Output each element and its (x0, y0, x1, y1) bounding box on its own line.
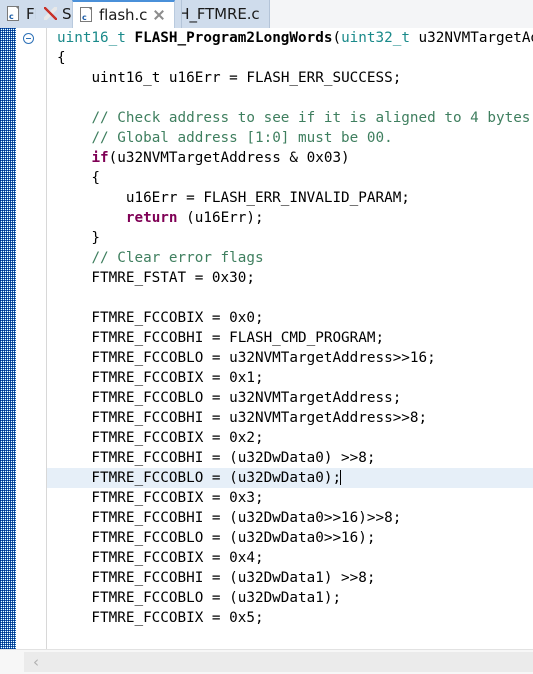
editor-tab-flash-c[interactable]: flash.c (72, 0, 176, 28)
code-line[interactable]: FTMRE_FCCOBLO = (u32DwData0); (47, 468, 533, 488)
code-token: return (125, 210, 178, 226)
code-token: u16Err = FLASH_ERR_SUCCESS; (160, 70, 402, 86)
code-line[interactable]: { (47, 48, 533, 68)
code-token: FTMRE_FCCOBHI = (u32DwData0) >>8; (57, 450, 376, 466)
c-file-icon (80, 7, 94, 23)
code-token: FTMRE_FCCOBIX = 0x0; (57, 310, 264, 326)
tab-strip: FRDM_KEA128_FLASH_FTMRE.cSKEAZ_flash.ldf… (0, 0, 533, 28)
code-line[interactable]: // Global address [1:0] must be 00. (47, 128, 533, 148)
code-token: if (91, 150, 109, 166)
code-line[interactable]: FTMRE_FCCOBIX = 0x5; (47, 608, 533, 628)
code-token: uint16_t (91, 70, 161, 86)
code-token: FTMRE_FCCOBLO = u32NVMTargetAddress>>16; (57, 350, 436, 366)
code-line[interactable]: return (u16Err); (47, 208, 533, 228)
code-line[interactable]: FTMRE_FCCOBLO = u32NVMTargetAddress; (47, 388, 533, 408)
code-line[interactable]: { (47, 168, 533, 188)
c-file-icon-glyph (7, 6, 19, 21)
code-line[interactable]: FTMRE_FCCOBHI = (u32DwData0>>16)>>8; (47, 508, 533, 528)
code-line[interactable]: FTMRE_FCCOBLO = u32NVMTargetAddress>>16; (47, 348, 533, 368)
code-line[interactable]: uint16_t FLASH_Program2LongWords(uint32_… (47, 28, 533, 48)
scroll-left-arrow-icon[interactable]: ‹ (24, 652, 48, 672)
code-token: // Global address [1:0] must be 00. (91, 130, 393, 146)
code-token: (u32NVMTargetAddress & 0x03) (108, 150, 350, 166)
code-line[interactable]: FTMRE_FCCOBIX = 0x4; (47, 548, 533, 568)
code-line[interactable]: FTMRE_FCCOBHI = (u32DwData0) >>8; (47, 448, 533, 468)
code-token: { (57, 50, 66, 66)
code-line[interactable]: FTMRE_FCCOBHI = u32NVMTargetAddress>>8; (47, 408, 533, 428)
code-line[interactable]: u16Err = FLASH_ERR_INVALID_PARAM; (47, 188, 533, 208)
quick-diff-change-ruler (0, 28, 16, 649)
code-token: ( (332, 30, 342, 46)
horizontal-scrollbar-track[interactable] (24, 652, 533, 672)
code-token: uint16_t (57, 30, 126, 46)
c-file-icon (7, 6, 21, 22)
code-token: } (57, 230, 101, 246)
code-text-area[interactable]: uint16_t FLASH_Program2LongWords(uint32_… (47, 28, 533, 649)
code-token: FLASH_Program2LongWords (134, 30, 333, 46)
code-token: // Clear error flags (91, 250, 264, 266)
code-token: FTMRE_FCCOBHI = FLASH_CMD_PROGRAM; (57, 330, 385, 346)
code-line[interactable]: FTMRE_FCCOBHI = (u32DwData1) >>8; (47, 568, 533, 588)
code-line[interactable]: FTMRE_FCCOBIX = 0x1; (47, 368, 533, 388)
code-token: FTMRE_FCCOBHI = u32NVMTargetAddress>>8; (57, 410, 428, 426)
code-line[interactable]: // Check address to see if it is aligned… (47, 108, 533, 128)
code-token: FTMRE_FCCOBHI = (u32DwData0>>16)>>8; (57, 510, 402, 526)
code-token: FTMRE_FCCOBIX = 0x4; (57, 550, 264, 566)
code-token: FTMRE_FCCOBLO = u32NVMTargetAddress; (57, 390, 402, 406)
code-line[interactable]: FTMRE_FCCOBLO = (u32DwData0>>16); (47, 528, 533, 548)
linker-script-icon-glyph (43, 6, 58, 21)
code-line[interactable]: FTMRE_FCCOBIX = 0x2; (47, 428, 533, 448)
code-line[interactable]: uint16_t u16Err = FLASH_ERR_SUCCESS; (47, 68, 533, 88)
code-line[interactable]: FTMRE_FCCOBIX = 0x0; (47, 308, 533, 328)
code-token: uint32_t (341, 30, 410, 46)
tab-close-icon[interactable] (153, 9, 165, 21)
horizontal-scrollbar[interactable]: ‹ (0, 649, 533, 674)
code-line[interactable] (47, 88, 533, 108)
text-cursor (340, 470, 342, 485)
editor-gutter[interactable] (16, 28, 47, 649)
code-token: { (57, 170, 101, 186)
code-line[interactable]: FTMRE_FSTAT = 0x30; (47, 268, 533, 288)
code-token: FTMRE_FCCOBLO = (u32DwData0); (57, 470, 342, 486)
code-token: u16Err = FLASH_ERR_INVALID_PARAM; (57, 190, 410, 206)
code-line[interactable]: FTMRE_FCCOBLO = (u32DwData1); (47, 588, 533, 608)
code-token: u32NVMTargetAd (409, 30, 533, 46)
code-token: FTMRE_FCCOBIX = 0x5; (57, 610, 264, 626)
code-token: FTMRE_FCCOBHI = (u32DwData1) >>8; (57, 570, 376, 586)
code-line[interactable]: FTMRE_FCCOBIX = 0x3; (47, 488, 533, 508)
code-editor[interactable]: uint16_t FLASH_Program2LongWords(uint32_… (0, 28, 533, 649)
fold-collapse-icon[interactable] (23, 33, 34, 44)
code-token: FTMRE_FSTAT = 0x30; (57, 270, 255, 286)
editor-tab-bar: FRDM_KEA128_FLASH_FTMRE.cSKEAZ_flash.ldf… (0, 0, 533, 28)
code-token: FTMRE_FCCOBIX = 0x3; (57, 490, 264, 506)
code-line[interactable]: } (47, 228, 533, 248)
code-token: FTMRE_FCCOBIX = 0x1; (57, 370, 264, 386)
code-token: // Check address to see if it is aligned… (91, 110, 531, 126)
code-line[interactable]: FTMRE_FCCOBHI = FLASH_CMD_PROGRAM; (47, 328, 533, 348)
code-token: FTMRE_FCCOBLO = (u32DwData0>>16); (57, 530, 376, 546)
code-token: FTMRE_FCCOBLO = (u32DwData1); (57, 590, 342, 606)
code-line[interactable] (47, 288, 533, 308)
code-line[interactable]: if(u32NVMTargetAddress & 0x03) (47, 148, 533, 168)
code-token: (u16Err); (177, 210, 264, 226)
linker-script-icon (43, 6, 57, 22)
c-file-icon-glyph (80, 7, 92, 22)
code-token: FTMRE_FCCOBIX = 0x2; (57, 430, 264, 446)
tab-label: flash.c (99, 6, 148, 24)
code-line[interactable]: // Clear error flags (47, 248, 533, 268)
